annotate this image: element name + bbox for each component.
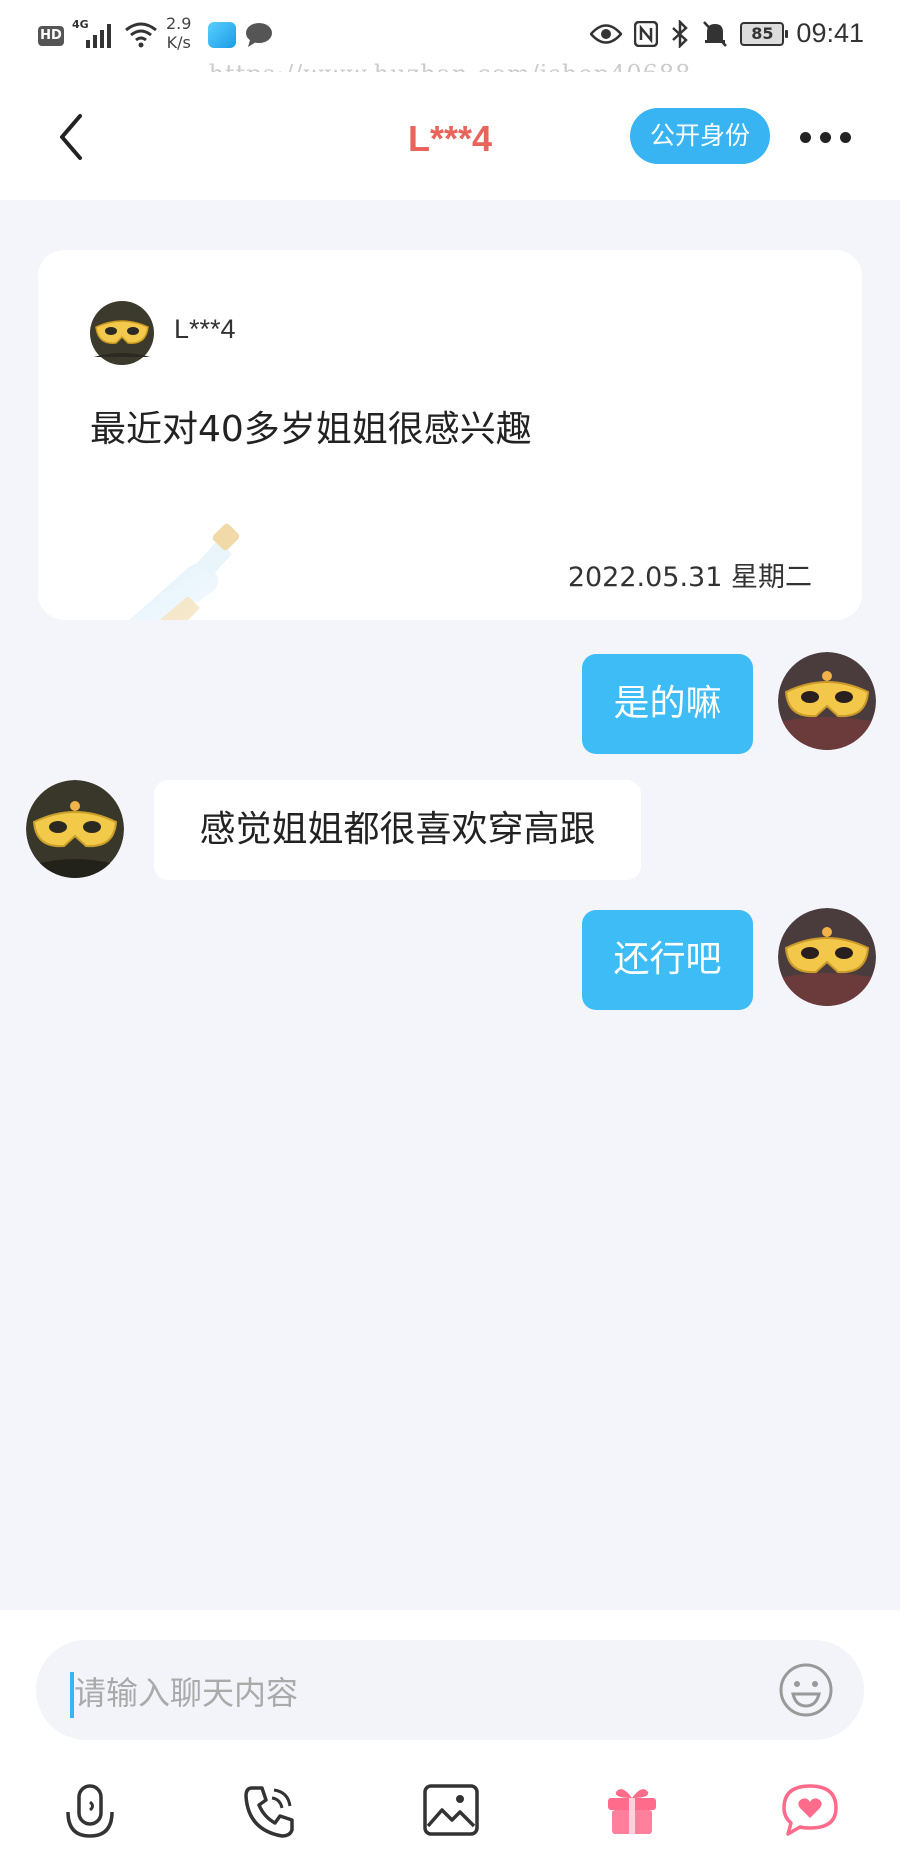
status-right: 85 09:41: [590, 18, 864, 49]
chat-input[interactable]: 请输入聊天内容: [36, 1640, 864, 1740]
net-speed: 2.9 K/s: [166, 14, 191, 52]
emoji-icon[interactable]: [778, 1662, 834, 1718]
gift-icon[interactable]: [604, 1782, 660, 1838]
card-username: L***4: [174, 314, 236, 344]
heart-chat-icon[interactable]: [780, 1782, 840, 1838]
wifi-icon: [125, 22, 157, 48]
message-bubble-out: 还行吧: [582, 910, 753, 1010]
phone-icon[interactable]: [240, 1782, 298, 1842]
more-options-icon[interactable]: [800, 132, 851, 143]
my-avatar[interactable]: [778, 652, 876, 750]
message-bubble-in: 感觉姐姐都很喜欢穿高跟: [154, 780, 641, 880]
status-time: 09:41: [796, 18, 864, 48]
bluetooth-icon: [672, 19, 689, 48]
hd-icon: HD: [38, 26, 64, 46]
card-message-text: 最近对40多岁姐姐很感兴趣: [90, 409, 532, 450]
image-icon[interactable]: [422, 1782, 480, 1838]
card-avatar: [90, 301, 154, 365]
chat-input-placeholder: 请输入聊天内容: [74, 1674, 299, 1712]
message-notification-icon: [246, 23, 272, 47]
app-notification-icon: [208, 22, 236, 48]
input-area: 请输入聊天内容: [0, 1610, 900, 1870]
net-speed-unit: K/s: [166, 33, 191, 52]
signal-icon: [86, 24, 111, 48]
bottle-message-card: L***4 最近对40多岁姐姐很感兴趣 2022.05.31 星期二: [38, 250, 862, 620]
nfc-icon: [634, 20, 659, 47]
partner-avatar[interactable]: [26, 780, 124, 878]
net-speed-value: 2.9: [166, 14, 192, 33]
mute-bell-icon: [703, 20, 728, 47]
message-bubble-out: 是的嘛: [582, 654, 753, 754]
voice-icon[interactable]: [62, 1782, 118, 1842]
chat-toolbar: [0, 1782, 900, 1870]
reveal-identity-button[interactable]: 公开身份: [630, 108, 770, 164]
chat-header: L***4 公开身份: [0, 72, 900, 200]
card-date: 2022.05.31 星期二: [567, 562, 812, 593]
eye-icon: [590, 23, 623, 44]
my-avatar[interactable]: [778, 908, 876, 1006]
bottle-icon: [129, 523, 240, 620]
battery-indicator: 85: [740, 21, 789, 46]
